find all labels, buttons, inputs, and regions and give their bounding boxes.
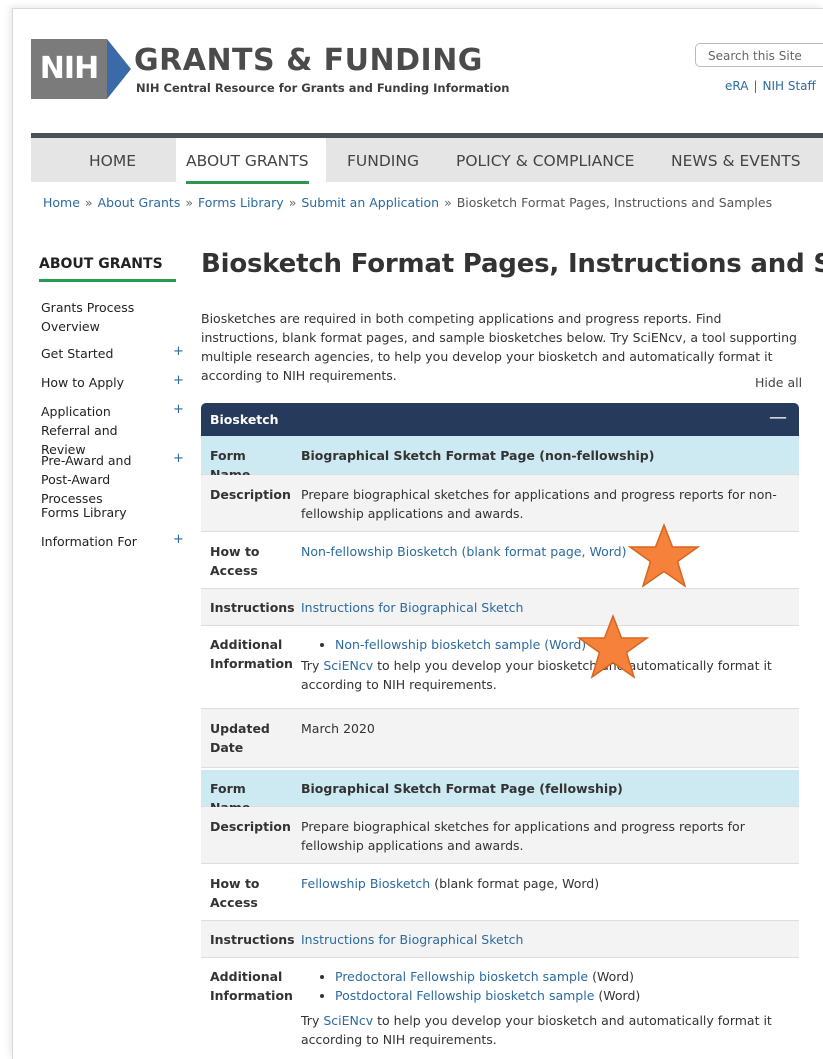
intro-paragraph: Biosketches are required in both competi… (201, 311, 797, 383)
nav-funding[interactable]: FUNDING (347, 152, 419, 170)
breadcrumb: Home » About Grants » Forms Library » Submit a… (43, 195, 772, 210)
nav-news-events[interactable]: NEWS & EVENTS (671, 152, 801, 170)
table-row: How to Access Fellowship Biosketch (blan… (201, 864, 799, 921)
description-value: Prepare biographical sketches for applic… (301, 819, 745, 853)
breadcrumb-separator: » (288, 195, 297, 210)
nih-logo-box: NIH (31, 39, 107, 99)
expand-plus-icon[interactable]: + (173, 344, 184, 359)
sidebar-title: ABOUT GRANTS (39, 256, 176, 282)
star-annotation-icon (627, 523, 701, 588)
hide-all-link[interactable]: Hide all (755, 375, 802, 390)
sidebar-item-pre-post-award[interactable]: Pre-Award and Post-Award Processes (41, 451, 159, 508)
table-row: Additional Information Predoctoral Fello… (201, 958, 799, 1059)
instructions-link[interactable]: Instructions for Biographical Sketch (301, 600, 523, 615)
expand-plus-icon[interactable]: + (173, 532, 184, 547)
updated-date-value: March 2020 (301, 721, 375, 736)
breadcrumb-separator: » (84, 195, 93, 210)
row-label: How to Access (210, 876, 260, 910)
additional-info-value: Predoctoral Fellowship biosketch sample … (301, 967, 791, 1049)
main-nav: HOME ABOUT GRANTS FUNDING POLICY & COMPL… (31, 133, 823, 184)
sidebar-item-forms-library[interactable]: Forms Library (41, 503, 159, 522)
breadcrumb-forms-library[interactable]: Forms Library (198, 195, 284, 210)
scincv-note: Try SciENcv to help you develop your bio… (301, 1011, 791, 1049)
breadcrumb-submit-application[interactable]: Submit an Application (301, 195, 439, 210)
instructions-value: Instructions for Biographical Sketch (301, 598, 791, 617)
site-title[interactable]: GRANTS & FUNDING (134, 43, 483, 78)
form-name-value: Biographical Sketch Format Page (non-fel… (301, 448, 655, 463)
nih-staff-link[interactable]: NIH Staff (763, 79, 816, 93)
postdoctoral-sample-link[interactable]: Postdoctoral Fellowship biosketch sample (335, 988, 594, 1003)
row-label: How to Access (210, 544, 260, 578)
scincv-link[interactable]: SciENcv (323, 658, 373, 673)
sidebar-item-information-for[interactable]: Information For (41, 532, 159, 551)
accordion-header-label: Biosketch (210, 412, 279, 427)
sidebar-item-how-to-apply[interactable]: How to Apply (41, 373, 159, 392)
note-text: Try (301, 1013, 324, 1028)
description-value: Prepare biographical sketches for applic… (301, 487, 777, 521)
bullet-rest-text: (Word) (588, 969, 634, 984)
collapse-icon[interactable]: — (769, 407, 787, 428)
scincv-link[interactable]: SciENcv (323, 1013, 373, 1028)
table-row: Description Prepare biographical sketche… (201, 807, 799, 864)
expand-plus-icon[interactable]: + (173, 451, 184, 466)
instructions-link[interactable]: Instructions for Biographical Sketch (301, 932, 523, 947)
table-row: Additional Information Non-fellowship bi… (201, 626, 799, 709)
list-item: Postdoctoral Fellowship biosketch sample… (335, 986, 791, 1005)
row-label: Instructions (210, 600, 295, 615)
breadcrumb-separator: » (444, 195, 452, 210)
expand-plus-icon[interactable]: + (173, 373, 184, 388)
row-label: Description (210, 487, 291, 502)
breadcrumb-about-grants[interactable]: About Grants (98, 195, 181, 210)
expand-plus-icon[interactable]: + (173, 402, 184, 417)
sidebar-item-get-started[interactable]: Get Started (41, 344, 159, 363)
row-label: Instructions (210, 932, 295, 947)
instructions-value: Instructions for Biographical Sketch (301, 930, 791, 949)
fellowship-biosketch-link[interactable]: Fellowship Biosketch (301, 876, 430, 891)
accordion-header-biosketch[interactable]: Biosketch — (201, 403, 799, 436)
page-title: Biosketch Format Pages, Instructions and… (201, 249, 823, 279)
row-label: Additional Information (210, 637, 293, 671)
site-subtitle: NIH Central Resource for Grants and Fund… (136, 81, 510, 95)
sidebar-item-grants-process[interactable]: Grants Process Overview (41, 298, 159, 336)
nav-home[interactable]: HOME (89, 152, 136, 170)
row-label: Updated Date (210, 721, 270, 755)
table-row: Instructions Instructions for Biographic… (201, 921, 799, 958)
logo-chevron-blue (107, 39, 131, 99)
access-rest-text: (blank format page, Word) (430, 876, 600, 891)
form-name-value: Biographical Sketch Format Page (fellows… (301, 781, 623, 796)
non-fellowship-biosketch-link[interactable]: Non-fellowship Biosketch (blank format p… (301, 544, 626, 559)
bullet-rest-text: (Word) (594, 988, 641, 1003)
table-row: Instructions Instructions for Biographic… (201, 589, 799, 626)
breadcrumb-separator: » (185, 195, 193, 210)
search-input[interactable]: Search this Site (695, 43, 823, 67)
note-text: Try (301, 658, 324, 673)
predoctoral-sample-link[interactable]: Predoctoral Fellowship biosketch sample (335, 969, 588, 984)
utility-links: eRA | NIH Staff (725, 79, 816, 93)
access-value: Non-fellowship Biosketch (blank format p… (301, 542, 791, 561)
star-annotation-icon (576, 614, 650, 679)
table-row: How to Access Non-fellowship Biosketch (… (201, 532, 799, 589)
nav-policy-compliance[interactable]: POLICY & COMPLIANCE (456, 152, 634, 170)
list-item: Predoctoral Fellowship biosketch sample … (335, 967, 791, 986)
access-value: Fellowship Biosketch (blank format page,… (301, 874, 791, 893)
breadcrumb-home[interactable]: Home (43, 195, 80, 210)
non-fellowship-sample-link[interactable]: Non-fellowship biosketch sample (Word) (335, 637, 586, 652)
table-row: Updated Date March 2020 (201, 709, 799, 768)
util-separator: | (753, 79, 758, 93)
additional-info-value: Non-fellowship biosketch sample (Word) T… (301, 635, 791, 694)
table-row: Description Prepare biographical sketche… (201, 475, 799, 532)
table-row: Form Name Biographical Sketch Format Pag… (201, 770, 799, 815)
scincv-note: Try SciENcv to help you develop your bio… (301, 656, 791, 694)
nav-about-grants[interactable]: ABOUT GRANTS (186, 152, 309, 184)
row-label: Description (210, 819, 291, 834)
bullet-list: Non-fellowship biosketch sample (Word) (301, 635, 791, 654)
breadcrumb-current: Biosketch Format Pages, Instructions and… (456, 195, 773, 210)
era-link[interactable]: eRA (725, 79, 748, 93)
bullet-list: Predoctoral Fellowship biosketch sample … (301, 967, 791, 1005)
row-label: Additional Information (210, 969, 293, 1003)
page-frame: NIH GRANTS & FUNDING NIH Central Resourc… (12, 8, 823, 1059)
table-row: Form Name Biographical Sketch Format Pag… (201, 436, 799, 482)
list-item: Non-fellowship biosketch sample (Word) (335, 635, 791, 654)
